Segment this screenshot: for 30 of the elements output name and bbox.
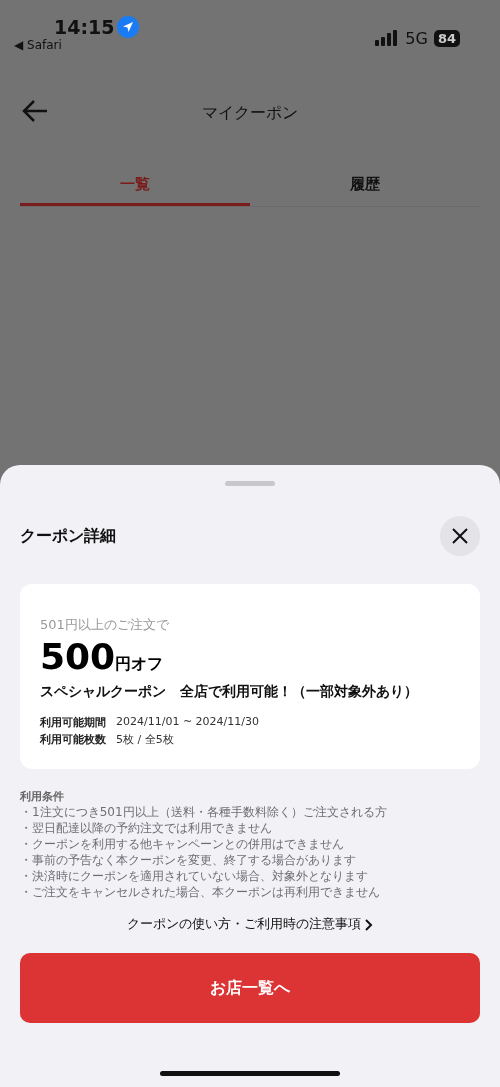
tab[interactable]: 履歴 <box>250 166 480 206</box>
battery-level: 84 <box>433 29 460 47</box>
close-icon <box>451 527 469 545</box>
coupon-condition: 501円以上のご注文で <box>40 616 170 634</box>
terms-item: ・クーポンを利用する他キャンペーンとの併用はできません <box>20 836 345 852</box>
terms-item: ・事前の予告なく本クーポンを変更、終了する場合があります <box>20 852 357 868</box>
detail-label: 利用可能枚数 <box>40 732 106 747</box>
page-title: マイクーポン <box>202 102 298 124</box>
chevron-right-icon <box>365 918 373 931</box>
usage-notes-link[interactable]: クーポンの使い方・ご利用時の注意事項 <box>127 916 373 933</box>
clock-time: 14:15 <box>54 16 115 38</box>
terms-item: ・翌日配達以降の予約注文では利用できません <box>20 820 273 836</box>
discount-amount: 500 <box>40 636 116 677</box>
terms-heading: 利用条件 <box>20 789 65 804</box>
sheet-title: クーポン詳細 <box>20 525 116 547</box>
drag-handle[interactable] <box>225 481 275 486</box>
store-list-button[interactable]: お店一覧へ <box>20 953 480 1023</box>
signal-icon <box>375 30 400 46</box>
terms-item: ・決済時にクーポンを適用されていない場合、対象外となります <box>20 868 369 884</box>
terms-item: ・1注文につき501円以上（送料・各種手数料除く）ご注文される方 <box>20 804 388 820</box>
detail-value: 5枚 / 全5枚 <box>116 732 174 747</box>
back-to-app-link[interactable]: ◀ Safari <box>14 38 140 52</box>
tab[interactable]: 一覧 <box>20 166 250 206</box>
discount-unit: 円オフ <box>115 654 164 675</box>
close-button[interactable] <box>440 516 480 556</box>
coupon-name: スペシャルクーポン 全店で利用可能！（一部対象外あり） <box>40 683 419 701</box>
detail-value: 2024/11/01 ~ 2024/11/30 <box>116 715 259 730</box>
detail-label: 利用可能期間 <box>40 715 106 730</box>
network-label: 5G <box>405 28 428 48</box>
terms-item: ・ご注文をキャンセルされた場合、本クーポンは再利用できません <box>20 884 381 900</box>
